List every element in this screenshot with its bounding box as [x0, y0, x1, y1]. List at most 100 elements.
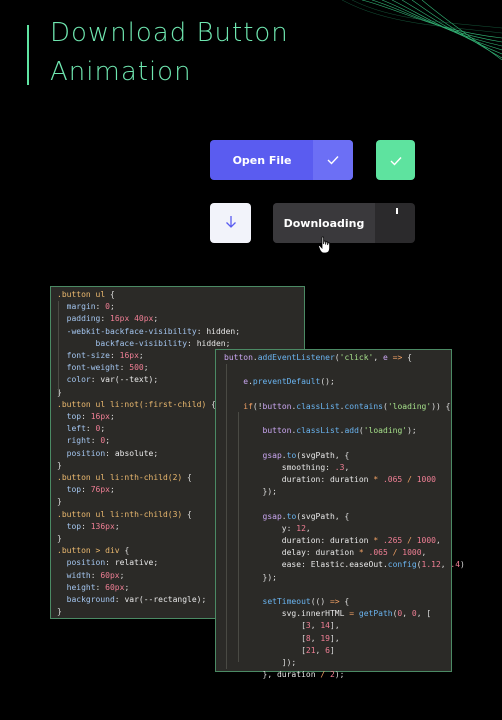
code-token: to [286, 450, 297, 460]
code-token: 16px [119, 351, 139, 361]
code-token: 14 [320, 621, 330, 631]
code-line: gsap.to(svgPath, { [224, 511, 443, 523]
code-token: color [57, 375, 91, 385]
code-token: duration [276, 670, 321, 680]
code-token: ; [114, 521, 120, 531]
code-token: 12 [296, 523, 306, 533]
code-token: )) { [431, 401, 451, 411]
title-line-1: Download Button [50, 18, 289, 48]
code-token: : [81, 412, 91, 422]
code-token: 'loading' [363, 426, 408, 436]
code-token: : [301, 560, 311, 570]
code-token: , [315, 645, 326, 655]
code-token: ; [100, 424, 106, 434]
code-token: , [440, 560, 451, 570]
code-token: : [95, 582, 106, 592]
code-token: width [57, 570, 91, 580]
code-token: : [95, 302, 106, 312]
code-token: , [310, 633, 321, 643]
code-token: ); [334, 670, 345, 680]
code-token: 19 [320, 633, 330, 643]
code-token: => [387, 353, 408, 362]
code-token: ; [138, 351, 144, 361]
code-token: / [407, 536, 417, 546]
code-line: y: 12, [224, 523, 443, 535]
code-token: , { [334, 450, 350, 460]
code-token: } [57, 534, 62, 544]
code-token: : [196, 326, 207, 336]
indent-guide [58, 301, 59, 396]
code-token: { [124, 546, 130, 556]
code-token: to [286, 511, 297, 521]
code-token: : [85, 424, 96, 434]
progress-indicator-mark [396, 208, 398, 214]
code-token: 1000 [402, 548, 422, 558]
code-line: if(!button.classList.contains('loading')… [224, 401, 450, 413]
title-accent-bar [27, 25, 29, 85]
code-line: }); [224, 572, 443, 584]
code-token: : [320, 475, 330, 485]
code-token: .265 [382, 536, 408, 546]
code-token: , [373, 353, 383, 362]
code-token: ; [119, 570, 125, 580]
code-token: .button ul li:nth-child(3) [57, 509, 188, 519]
code-token: classList [296, 401, 340, 411]
indent-guide [238, 412, 239, 662]
code-line: }, duration / 2); [224, 669, 443, 681]
code-token: position [57, 558, 106, 568]
code-line: svg.innerHTML = getPath(0, 0, [ [224, 608, 443, 620]
code-token: var(--rectangle) [124, 595, 202, 605]
check-icon [313, 140, 353, 180]
code-line: smoothing: .3, [224, 462, 443, 474]
download-complete-button[interactable] [376, 140, 415, 180]
code-token: , [402, 609, 412, 619]
title-line-2: Animation [50, 57, 192, 87]
code-token: * [373, 475, 383, 485]
code-token: gsap [262, 450, 282, 460]
code-token: right [57, 436, 91, 446]
downloading-button[interactable]: Downloading [273, 203, 415, 243]
code-token: .button ul [57, 290, 110, 299]
code-token: 1000 [416, 475, 436, 485]
code-token: ]); [224, 658, 297, 668]
code-token: ; [110, 412, 115, 422]
code-token: : [105, 448, 115, 458]
code-line: padding: 16px 40px; [57, 313, 298, 325]
js-code-lines: button.addEventListener('click', e => { … [224, 352, 465, 681]
code-token: * [358, 548, 369, 558]
code-token: (! [252, 401, 263, 411]
code-token: Elastic.easeOut. [310, 560, 388, 570]
code-line: gsap.to(svgPath, { [224, 450, 443, 462]
download-button[interactable] [210, 203, 251, 243]
code-token: 16px [90, 412, 110, 422]
code-token: => [329, 597, 345, 607]
code-token: ; [153, 375, 159, 385]
arrow-down-icon [225, 214, 237, 233]
code-line: [3, 14], [224, 620, 443, 632]
open-file-button[interactable]: Open File [210, 140, 353, 180]
code-token: classList [296, 426, 340, 436]
code-token: ; [124, 582, 130, 592]
code-token: .button ul li:nth-child(2) [57, 473, 188, 483]
code-token: ; [110, 485, 115, 495]
code-token: ], [330, 633, 340, 643]
code-token: (); [320, 377, 335, 387]
code-line: [21, 6] [224, 645, 443, 657]
code-line: ]); [224, 657, 443, 669]
code-token: button [224, 353, 253, 362]
code-token: top [57, 485, 82, 495]
code-token: ; [153, 448, 159, 458]
code-token: svg.innerHTML [281, 609, 350, 619]
code-token: 1.12 [421, 560, 441, 570]
code-token: 500 [129, 363, 144, 373]
code-token: 60px [105, 582, 125, 592]
code-token: ; [225, 338, 231, 348]
code-token: padding [57, 314, 101, 324]
code-token: : [320, 536, 330, 546]
code-line: delay: duration * .065 / 1000, [224, 547, 443, 559]
code-token: margin [57, 302, 96, 312]
